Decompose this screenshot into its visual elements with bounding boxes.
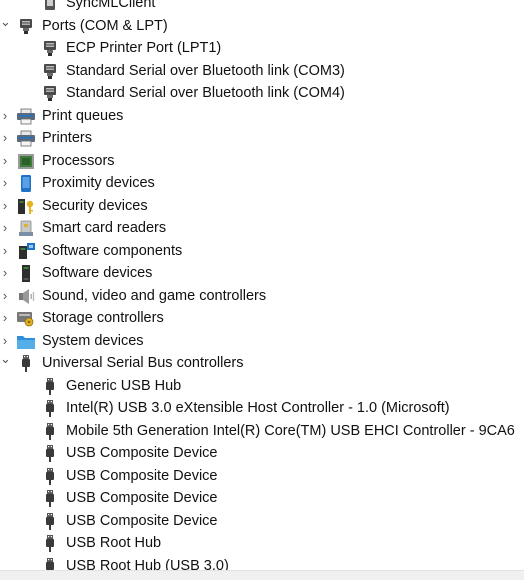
tree-item-label: USB Composite Device — [66, 445, 218, 461]
tree-item[interactable]: › Print queues — [0, 105, 524, 128]
usb-plug-icon — [40, 377, 60, 395]
tree-item-label: Storage controllers — [42, 310, 164, 326]
tree-item-label: Generic USB Hub — [66, 377, 182, 394]
tree-item-label: Software devices — [42, 265, 153, 281]
usb-plug-icon — [40, 445, 60, 462]
tree-item-label: SyncMLClient — [66, 0, 156, 11]
expand-chevron-down-icon[interactable]: ⌄ — [0, 11, 11, 34]
port-icon — [40, 85, 60, 102]
tree-item[interactable]: USB Composite Device — [0, 442, 524, 465]
tree-item[interactable]: › Security devices — [0, 195, 524, 218]
tree-item-label: Universal Serial Bus controllers — [42, 355, 244, 371]
processor-icon — [16, 153, 36, 170]
tree-item-label: USB Root Hub — [66, 535, 162, 551]
tree-item-label: System devices — [42, 332, 144, 349]
software-device-icon — [16, 265, 36, 282]
tree-item[interactable]: › Processors — [0, 150, 524, 173]
tree-item[interactable]: › Smart card readers — [0, 217, 524, 240]
port-icon — [16, 18, 36, 35]
tree-item[interactable]: Standard Serial over Bluetooth link (COM… — [0, 82, 524, 105]
storage-controller-icon — [16, 310, 36, 327]
expand-chevron-right-icon[interactable]: › — [0, 240, 10, 263]
expand-chevron-right-icon[interactable]: › — [0, 262, 10, 285]
tree-item[interactable]: › System devices — [0, 330, 524, 353]
tree-item-label: USB Composite Device — [66, 467, 218, 484]
tree-item-label: Printers — [42, 130, 92, 146]
smart-card-reader-icon — [16, 220, 36, 237]
software-component-icon — [16, 242, 36, 260]
tree-item[interactable]: › Sound, video and game controllers — [0, 285, 524, 308]
usb-plug-icon — [40, 422, 60, 440]
usb-plug-icon — [40, 512, 60, 530]
port-icon — [40, 40, 60, 57]
security-device-icon — [16, 198, 36, 215]
tree-item-label: Standard Serial over Bluetooth link (COM… — [66, 62, 345, 79]
expand-chevron-right-icon[interactable]: › — [0, 285, 10, 308]
expand-chevron-down-icon[interactable]: ⌄ — [0, 348, 11, 371]
tree-item[interactable]: USB Composite Device — [0, 487, 524, 510]
expand-chevron-right-icon[interactable]: › — [0, 172, 10, 195]
tree-item[interactable]: › Storage controllers — [0, 307, 524, 330]
tree-item-label: Security devices — [42, 197, 148, 214]
tree-item[interactable]: ECP Printer Port (LPT1) — [0, 37, 524, 60]
tree-item-label: Intel(R) USB 3.0 eXtensible Host Control… — [66, 400, 450, 416]
tree-item-label: ECP Printer Port (LPT1) — [66, 40, 222, 56]
expand-chevron-right-icon[interactable]: › — [0, 105, 10, 128]
usb-plug-icon — [40, 490, 60, 507]
tree-item[interactable]: › Software components — [0, 240, 524, 263]
tree-item[interactable]: › Software devices — [0, 262, 524, 285]
usb-plug-icon — [40, 467, 60, 485]
tree-item[interactable]: Intel(R) USB 3.0 eXtensible Host Control… — [0, 397, 524, 420]
printer-icon — [16, 130, 36, 147]
tree-item-label: Software components — [42, 242, 183, 259]
tree-item[interactable]: ⌄ Universal Serial Bus controllers — [0, 351, 524, 375]
proximity-device-icon — [16, 175, 36, 192]
sync-device-icon — [40, 0, 60, 12]
tree-item-label: USB Composite Device — [66, 512, 218, 529]
expand-chevron-right-icon[interactable]: › — [0, 150, 10, 173]
expand-chevron-right-icon[interactable]: › — [0, 127, 10, 150]
system-folder-icon — [16, 333, 36, 350]
tree-item[interactable]: Mobile 5th Generation Intel(R) Core(TM) … — [0, 420, 524, 443]
tree-item[interactable]: USB Composite Device — [0, 465, 524, 488]
usb-plug-icon — [16, 355, 36, 372]
printer-icon — [16, 108, 36, 125]
expand-chevron-right-icon[interactable]: › — [0, 307, 10, 330]
usb-plug-icon — [40, 400, 60, 417]
tree-item[interactable]: Generic USB Hub — [0, 375, 524, 398]
tree-item-label: USB Composite Device — [66, 490, 218, 506]
tree-item[interactable]: SyncMLClient — [0, 0, 524, 15]
expand-chevron-right-icon[interactable]: › — [0, 195, 10, 218]
tree-item-label: Processors — [42, 152, 115, 169]
port-icon — [40, 63, 60, 80]
tree-item[interactable]: › Proximity devices — [0, 172, 524, 195]
tree-item[interactable]: › Printers — [0, 127, 524, 150]
tree-item[interactable]: Standard Serial over Bluetooth link (COM… — [0, 60, 524, 83]
tree-item[interactable]: USB Composite Device — [0, 510, 524, 533]
tree-item-label: Mobile 5th Generation Intel(R) Core(TM) … — [66, 422, 515, 439]
speaker-icon — [16, 288, 36, 305]
device-tree: SyncMLClient ⌄ Ports (COM & LPT) ECP Printe… — [0, 0, 524, 577]
tree-item-label: Sound, video and game controllers — [42, 287, 267, 304]
usb-plug-icon — [40, 535, 60, 552]
expand-chevron-right-icon[interactable]: › — [0, 217, 10, 240]
tree-item-label: Proximity devices — [42, 175, 155, 191]
tree-item[interactable]: USB Root Hub — [0, 532, 524, 555]
tree-item-label: Standard Serial over Bluetooth link (COM… — [66, 85, 345, 101]
tree-item-label: Smart card readers — [42, 220, 167, 236]
tree-item-label: Print queues — [42, 107, 124, 124]
horizontal-scrollbar[interactable] — [0, 570, 524, 580]
tree-item-label: Ports (COM & LPT) — [42, 17, 168, 34]
tree-item[interactable]: ⌄ Ports (COM & LPT) — [0, 14, 524, 38]
